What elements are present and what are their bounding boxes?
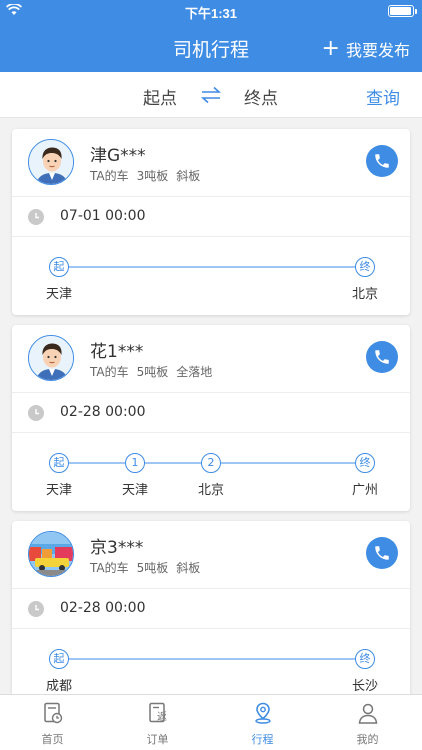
truck-type: 斜板 (176, 169, 201, 183)
truck-owner: TA的车 (90, 365, 129, 379)
stop-marker: 起 (49, 257, 69, 277)
route-stop: 起 天津 (29, 453, 89, 498)
driver-name: 京3*** (90, 538, 144, 558)
swap-icon[interactable] (200, 85, 222, 105)
route-line: 起 成都 终 长沙 (12, 629, 410, 694)
trip-card[interactable]: 京3*** TA的车 5吨板 斜板 02-28 00:00 起 成都 终 长沙 (12, 521, 410, 694)
driver-avatar (28, 139, 74, 185)
stop-city: 广州 (351, 483, 378, 498)
call-button[interactable] (366, 537, 398, 569)
route-stop: 起 成都 (29, 649, 89, 694)
departure-time: 02-28 00:00 (60, 600, 146, 616)
tab-home[interactable]: 首页 (0, 701, 105, 747)
route-search-bar: 起点 终点 查询 (0, 72, 422, 118)
stop-marker: 2 (201, 453, 221, 473)
tab-bar: 首页 返 订单 行程 我的 (0, 694, 422, 750)
driver-name: 津G*** (90, 146, 146, 166)
truck-owner: TA的车 (90, 561, 129, 575)
stop-marker: 终 (355, 257, 375, 277)
phone-icon (375, 350, 389, 364)
phone-icon (375, 546, 389, 560)
query-button[interactable]: 查询 (366, 84, 400, 109)
tab-label: 行程 (251, 733, 274, 746)
clock-icon (28, 601, 44, 617)
driver-name: 花1*** (90, 342, 144, 362)
truck-type: 全落地 (176, 365, 213, 379)
truck-tonnage: 5吨板 (136, 561, 169, 575)
route-line: 起 天津 终 北京 (12, 237, 410, 315)
trip-header: 花1*** TA的车 5吨板 全落地 (12, 325, 410, 393)
driver-avatar-icon (29, 336, 73, 380)
truck-tonnage: 5吨板 (136, 365, 169, 379)
route-stop: 终 长沙 (335, 649, 395, 694)
clock-icon (28, 209, 44, 225)
publish-button[interactable]: + 我要发布 (322, 37, 410, 61)
tab-profile[interactable]: 我的 (315, 701, 420, 747)
start-point-field[interactable]: 起点 (143, 84, 177, 109)
truck-photo-avatar (29, 532, 73, 576)
status-bar: 下午1:31 (0, 0, 422, 22)
route-stop: 2 北京 (181, 453, 241, 498)
tab-label: 首页 (41, 733, 64, 746)
tab-orders[interactable]: 返 订单 (105, 701, 210, 747)
svg-text:返: 返 (157, 711, 167, 723)
departure-time: 07-01 00:00 (60, 208, 146, 224)
user-icon (358, 703, 377, 724)
stop-marker: 1 (125, 453, 145, 473)
route-stop: 1 天津 (105, 453, 165, 498)
end-point-field[interactable]: 终点 (244, 84, 278, 109)
truck-info: TA的车 3吨板 斜板 (90, 167, 208, 184)
stop-marker: 终 (355, 649, 375, 669)
trip-header: 津G*** TA的车 3吨板 斜板 (12, 129, 410, 197)
trip-time-row: 02-28 00:00 (12, 393, 410, 433)
stop-marker: 起 (49, 453, 69, 473)
trip-list[interactable]: 津G*** TA的车3吨板斜板 07-01 00:00 起 天津 终 北京 (0, 118, 422, 694)
clock-icon (28, 405, 44, 421)
location-pin-icon (254, 702, 271, 724)
stop-city: 北京 (351, 287, 378, 302)
tab-label: 订单 (146, 733, 169, 746)
call-button[interactable] (366, 341, 398, 373)
tab-trips[interactable]: 行程 (210, 701, 315, 747)
call-button[interactable] (366, 145, 398, 177)
truck-info: TA的车 5吨板 全落地 (90, 363, 220, 380)
driver-avatar (28, 335, 74, 381)
status-time: 下午1:31 (184, 6, 238, 21)
battery-icon (388, 5, 417, 17)
route-stop: 终 北京 (335, 257, 395, 302)
stop-marker: 终 (355, 453, 375, 473)
stop-city: 北京 (197, 483, 224, 498)
driver-avatar (28, 531, 74, 577)
route-stop: 起 天津 (29, 257, 89, 302)
stop-city: 天津 (45, 287, 72, 302)
truck-info: TA的车 5吨板 斜板 (90, 559, 208, 576)
truck-owner: TA的车 (90, 169, 129, 183)
stop-city: 长沙 (351, 679, 378, 694)
nav-bar: 司机行程 + 我要发布 (0, 22, 422, 72)
truck-type: 斜板 (176, 561, 201, 575)
trip-card[interactable]: 津G*** TA的车 3吨板 斜板 07-01 00:00 起 天津 终 北京 (12, 129, 410, 315)
driver-avatar-icon (29, 140, 73, 184)
publish-label: 我要发布 (345, 41, 410, 60)
phone-icon (375, 154, 389, 168)
trip-time-row: 07-01 00:00 (12, 197, 410, 237)
stop-city: 成都 (45, 679, 72, 694)
stop-city: 天津 (121, 483, 148, 498)
trip-header: 京3*** TA的车 5吨板 斜板 (12, 521, 410, 589)
route-stop: 终 广州 (335, 453, 395, 498)
stop-marker: 起 (49, 649, 69, 669)
truck-tonnage: 3吨板 (136, 169, 169, 183)
home-doc-icon (43, 702, 62, 724)
trip-card[interactable]: 花1*** TA的车 5吨板 全落地 02-28 00:00 起 天津 1 天津 2 (12, 325, 410, 511)
departure-time: 02-28 00:00 (60, 404, 146, 420)
route-line: 起 天津 1 天津 2 北京 终 广州 (12, 433, 410, 511)
trip-time-row: 02-28 00:00 (12, 589, 410, 629)
stop-city: 天津 (45, 483, 72, 498)
tab-label: 我的 (356, 733, 379, 746)
plus-icon: + (321, 36, 340, 61)
order-icon: 返 (148, 702, 167, 723)
